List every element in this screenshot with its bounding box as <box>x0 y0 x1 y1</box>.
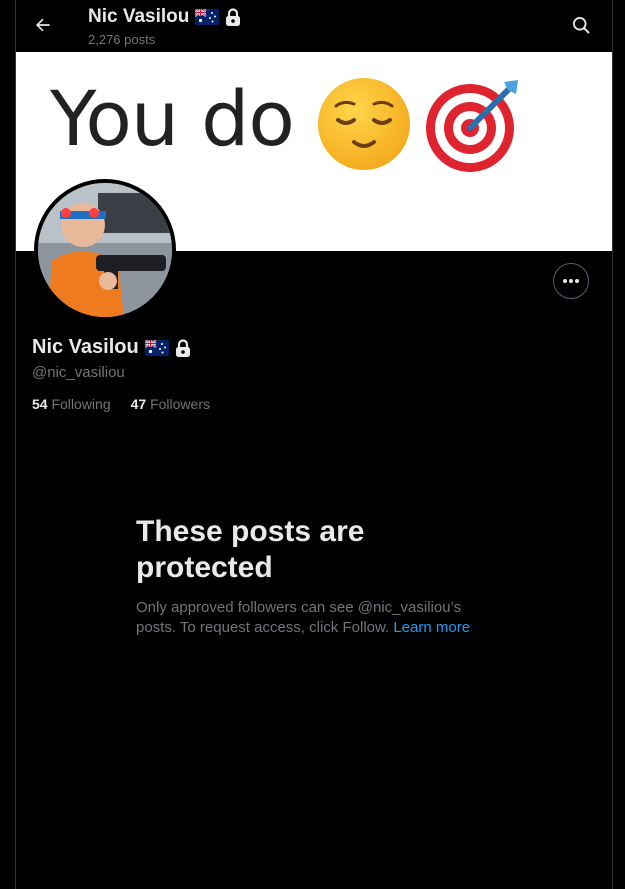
profile-avatar[interactable] <box>34 179 176 321</box>
protected-title: These posts are protected <box>136 515 365 584</box>
header-title: Nic Vasilou <box>88 6 241 28</box>
following-count: 54 <box>32 396 48 412</box>
following-link[interactable]: 54 Following <box>32 396 111 412</box>
search-icon <box>573 17 590 34</box>
profile-column: Nic Vasilou 2,276 posts You do Nic Vasil… <box>15 0 613 889</box>
lock-icon <box>175 338 190 357</box>
profile-name: Nic Vasilou <box>32 336 191 359</box>
australia-flag-icon <box>144 339 169 356</box>
profile-name-text: Nic Vasilou <box>32 336 139 358</box>
avatar-photo <box>38 183 172 317</box>
learn-more-link[interactable]: Learn more <box>393 619 470 636</box>
australia-flag-icon <box>195 9 220 25</box>
follow-stats: 54 Following 47 Followers <box>32 396 210 412</box>
header-name: Nic Vasilou <box>88 6 190 27</box>
banner-text: You do <box>50 74 295 163</box>
post-count: 2,276 posts <box>88 32 156 47</box>
more-options-button[interactable] <box>553 263 589 299</box>
followers-label: Followers <box>150 396 210 412</box>
lock-icon <box>226 8 241 26</box>
followers-link[interactable]: 47 Followers <box>131 396 210 412</box>
top-bar: Nic Vasilou 2,276 posts <box>16 0 612 52</box>
search-button[interactable] <box>564 8 598 42</box>
arrow-left-icon <box>36 18 50 32</box>
more-dots-icon <box>563 279 579 283</box>
followers-count: 47 <box>130 396 147 412</box>
profile-handle: @nic_vasiliou <box>32 364 125 381</box>
protected-description: Only approved followers can see @nic_vas… <box>136 598 496 638</box>
protected-posts-notice: These posts are protected Only approved … <box>136 514 496 638</box>
following-label: Following <box>51 396 111 412</box>
direct-hit-emoji <box>426 80 518 172</box>
relieved-face-emoji <box>318 78 410 170</box>
back-button[interactable] <box>26 8 60 42</box>
